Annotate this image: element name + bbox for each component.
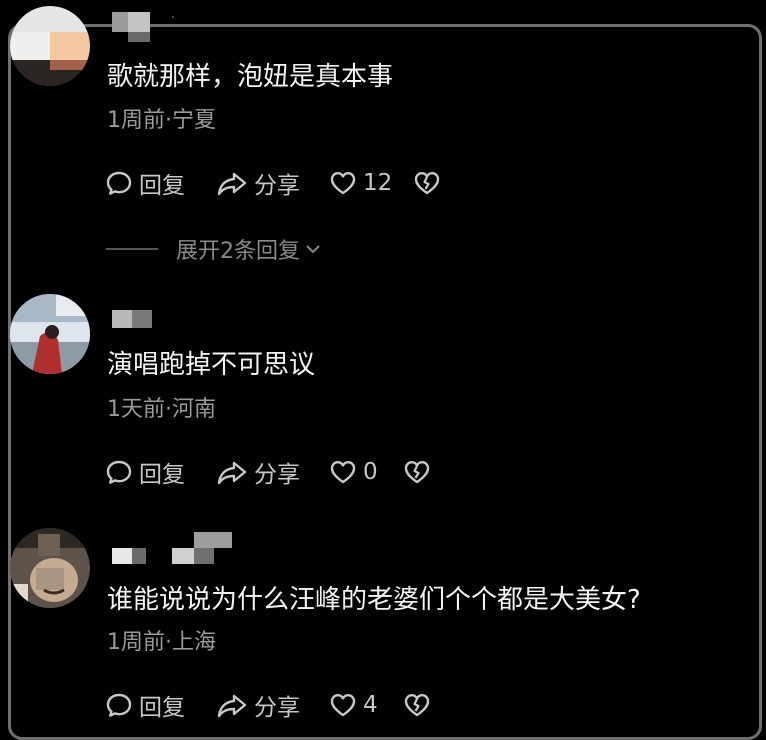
comment-bubble-icon [106,460,132,484]
expand-replies-button[interactable]: 展开2条回复 [106,234,322,264]
avatar-image [10,528,90,608]
comment-actions: 回复 分享 0 [105,457,565,488]
comment-bubble-icon [106,693,132,717]
heart-icon [330,172,356,195]
share-label: 分享 [254,695,300,721]
comment-meta: 1天前·河南 [107,397,216,422]
username-obscured[interactable] [112,12,152,42]
decor-dot [172,16,174,18]
like-count: 12 [363,170,393,196]
like-button[interactable]: 12 [329,168,392,198]
username-obscured[interactable] [112,530,234,564]
comment-meta: 1周前·上海 [107,630,216,655]
user-avatar[interactable] [10,6,90,86]
dislike-button[interactable] [413,168,441,198]
avatar-image [10,6,90,86]
share-button[interactable]: 分享 [216,457,300,488]
dislike-button[interactable] [403,690,431,720]
share-arrow-icon [217,694,247,718]
like-button[interactable]: 4 [329,690,378,720]
comment-bubble-icon [106,171,132,195]
share-arrow-icon [217,461,247,485]
reply-label: 回复 [139,695,185,721]
reply-button[interactable]: 回复 [105,457,185,488]
share-arrow-icon [217,172,247,196]
user-avatar[interactable] [10,294,90,374]
broken-heart-icon [404,461,430,484]
expand-replies-label: 展开2条回复 [176,239,300,264]
user-avatar[interactable] [10,528,90,608]
avatar-image [10,294,90,374]
comment-actions: 回复 分享 12 [105,168,565,199]
share-label: 分享 [254,462,300,488]
share-label: 分享 [254,173,300,199]
share-button[interactable]: 分享 [216,168,300,199]
like-count: 4 [363,692,378,718]
username-obscured[interactable] [112,310,152,330]
broken-heart-icon [404,694,430,717]
reply-button[interactable]: 回复 [105,690,185,721]
like-count: 0 [363,459,378,485]
heart-icon [330,694,356,717]
heart-icon [330,461,356,484]
expand-divider [106,248,158,250]
comment-meta: 1周前·宁夏 [107,108,216,133]
reply-label: 回复 [139,462,185,488]
like-button[interactable]: 0 [329,457,378,487]
comment-text: 歌就那样，泡妞是真本事 [107,62,394,92]
chevron-down-icon [306,245,320,254]
reply-label: 回复 [139,173,185,199]
comment-text: 演唱跑掉不可思议 [107,350,316,380]
reply-button[interactable]: 回复 [105,168,185,199]
broken-heart-icon [414,172,440,195]
dislike-button[interactable] [403,457,431,487]
share-button[interactable]: 分享 [216,690,300,721]
comment-actions: 回复 分享 4 [105,690,565,721]
comment-text: 谁能说说为什么汪峰的老婆们个个都是大美女? [107,585,641,615]
